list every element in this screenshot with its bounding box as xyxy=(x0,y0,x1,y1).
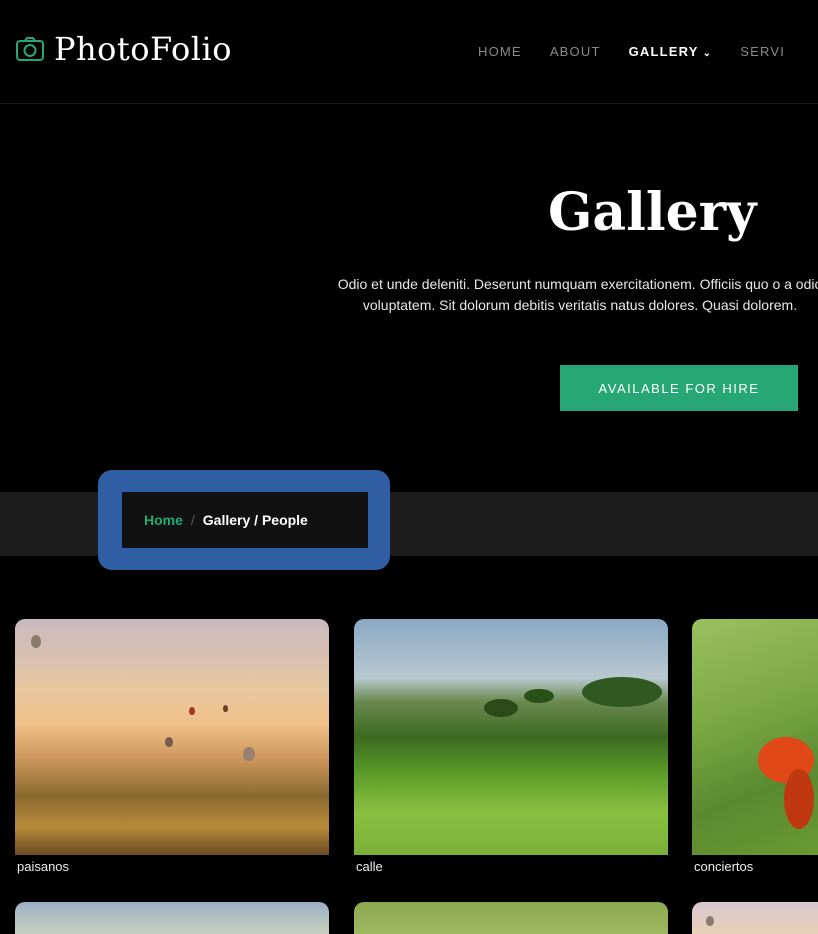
gallery-item[interactable] xyxy=(15,902,329,934)
site-logo[interactable]: PhotoFolio xyxy=(14,30,232,68)
gallery-image-balloons[interactable] xyxy=(15,619,329,855)
gallery-image-flower[interactable] xyxy=(692,619,818,855)
nav-home[interactable]: HOME xyxy=(478,44,522,59)
breadcrumb-home-link[interactable]: Home xyxy=(144,512,183,528)
gallery-item[interactable]: conciertos xyxy=(692,619,818,874)
hero-description: Odio et unde deleniti. Deserunt numquam … xyxy=(337,276,818,313)
flower-shape xyxy=(784,769,814,829)
tree-shape xyxy=(524,689,554,703)
nav-about[interactable]: ABOUT xyxy=(550,44,601,59)
gallery-item-label: calle xyxy=(356,859,383,874)
tree-shape xyxy=(484,699,518,717)
gallery-item-label: conciertos xyxy=(694,859,754,874)
balloon-shape xyxy=(243,747,255,761)
breadcrumb-separator: / xyxy=(190,512,195,528)
balloon-shape xyxy=(223,705,228,712)
camera-icon xyxy=(16,37,44,61)
site-header: PhotoFolio HOME ABOUT GALLERY ⌄ SERVI xyxy=(0,0,818,104)
gallery-item-label: paisanos xyxy=(17,859,70,874)
breadcrumb: Home / Gallery / People xyxy=(122,492,368,548)
gallery-item[interactable]: calle xyxy=(354,619,668,874)
page-title: Gallery xyxy=(548,182,757,243)
balloon-shape xyxy=(706,916,714,926)
gallery-image[interactable] xyxy=(15,902,329,934)
breadcrumb-current: Gallery / People xyxy=(202,512,308,528)
available-for-hire-button[interactable]: AVAILABLE FOR HIRE xyxy=(560,365,798,411)
balloon-shape xyxy=(31,635,41,648)
logo-text: PhotoFolio xyxy=(54,30,232,68)
tree-shape xyxy=(582,677,662,707)
gallery-image[interactable] xyxy=(692,902,818,934)
balloon-shape xyxy=(165,737,173,747)
nav-gallery[interactable]: GALLERY ⌄ xyxy=(629,44,713,59)
gallery-item[interactable] xyxy=(354,902,668,934)
chevron-down-icon: ⌄ xyxy=(702,48,713,59)
gallery-image[interactable] xyxy=(354,902,668,934)
gallery-item[interactable]: paisanos xyxy=(15,619,329,874)
main-nav: HOME ABOUT GALLERY ⌄ SERVI xyxy=(478,44,785,59)
balloon-shape xyxy=(189,707,195,715)
gallery-image-hills[interactable] xyxy=(354,619,668,855)
gallery-item[interactable] xyxy=(692,902,818,934)
nav-gallery-label: GALLERY xyxy=(628,44,699,59)
nav-services[interactable]: SERVI xyxy=(740,44,785,59)
